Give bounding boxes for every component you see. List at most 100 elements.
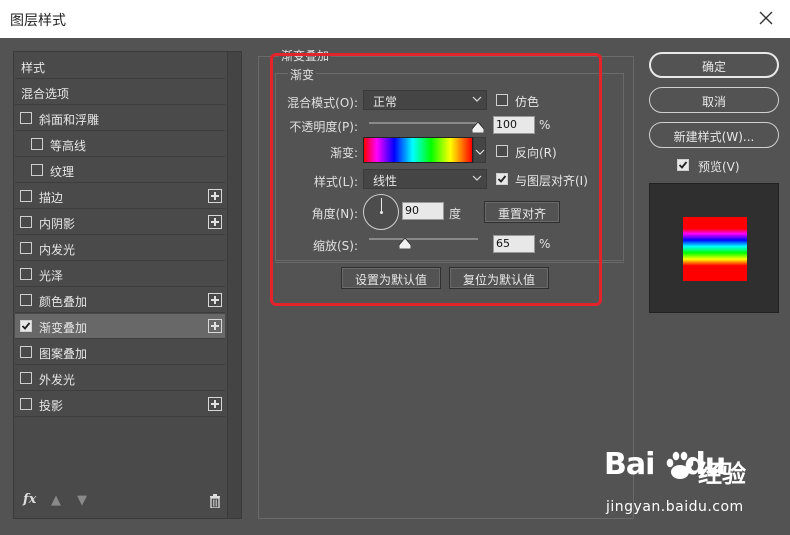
title-bar: 图层样式 bbox=[0, 0, 790, 38]
divider bbox=[275, 262, 624, 263]
scale-label: 缩放(S): bbox=[312, 239, 358, 253]
scale-input[interactable]: 65 bbox=[493, 235, 535, 253]
style-list-item-label: 内发光 bbox=[39, 243, 76, 257]
style-list-item[interactable]: 斜面和浮雕 bbox=[15, 106, 225, 131]
style-checkbox[interactable] bbox=[20, 320, 32, 332]
add-effect-icon[interactable] bbox=[208, 319, 222, 333]
style-list-item[interactable]: 混合选项 bbox=[15, 80, 225, 105]
trash-icon[interactable] bbox=[209, 494, 221, 509]
dither-checkbox[interactable] bbox=[496, 94, 508, 106]
preview-label: 预览(V) bbox=[698, 160, 740, 174]
angle-dial-center bbox=[380, 211, 383, 214]
align-with-layer-label: 与图层对齐(I) bbox=[515, 174, 588, 188]
style-list-item[interactable]: 纹理 bbox=[15, 158, 225, 183]
style-checkbox[interactable] bbox=[31, 138, 43, 150]
opacity-slider-track[interactable] bbox=[369, 122, 478, 124]
chevron-down-icon bbox=[475, 149, 485, 155]
style-list-item[interactable]: 颜色叠加 bbox=[15, 288, 225, 313]
set-as-default-button[interactable]: 设置为默认值 bbox=[341, 267, 441, 289]
style-list-item[interactable]: 图案叠加 bbox=[15, 340, 225, 365]
style-list-item[interactable]: 等高线 bbox=[15, 132, 225, 157]
style-list-toolbar: fx ▲ ▼ bbox=[15, 487, 227, 517]
style-list-item[interactable]: 内阴影 bbox=[15, 210, 225, 235]
style-label: 样式(L): bbox=[313, 175, 358, 189]
add-effect-icon[interactable] bbox=[208, 293, 222, 307]
reverse-label: 反向(R) bbox=[515, 146, 557, 160]
style-list-item[interactable]: 渐变叠加 bbox=[15, 314, 225, 339]
style-list-item-label: 纹理 bbox=[50, 165, 75, 179]
scale-unit: % bbox=[539, 237, 551, 251]
style-checkbox[interactable] bbox=[20, 294, 32, 306]
group-title: 渐变 bbox=[288, 66, 317, 83]
style-list-item[interactable]: 光泽 bbox=[15, 262, 225, 287]
style-value: 线性 bbox=[373, 174, 398, 188]
reset-to-default-button[interactable]: 复位为默认值 bbox=[449, 267, 549, 289]
move-down-icon[interactable]: ▼ bbox=[77, 493, 87, 508]
scale-slider-thumb[interactable] bbox=[399, 238, 412, 249]
baidu-watermark: Bai du 经验 jingyan.baidu.com bbox=[604, 447, 754, 521]
preview-checkbox[interactable] bbox=[677, 159, 689, 171]
blend-mode-value: 正常 bbox=[373, 95, 398, 109]
style-list-item[interactable]: 描边 bbox=[15, 184, 225, 209]
cancel-button[interactable]: 取消 bbox=[649, 87, 779, 113]
watermark-cn: 经验 bbox=[698, 460, 746, 488]
blend-mode-select[interactable]: 正常 bbox=[363, 90, 487, 110]
style-checkbox[interactable] bbox=[20, 216, 32, 228]
add-effect-icon[interactable] bbox=[208, 189, 222, 203]
style-list-item-label: 等高线 bbox=[50, 139, 87, 153]
gradient-picker-button[interactable] bbox=[473, 137, 486, 163]
preview-thumbnail bbox=[649, 183, 779, 313]
style-list-item-label: 外发光 bbox=[39, 373, 76, 387]
preview-swatch bbox=[683, 217, 747, 281]
opacity-input[interactable]: 100 bbox=[493, 116, 535, 134]
style-checkbox[interactable] bbox=[20, 242, 32, 254]
reverse-checkbox[interactable] bbox=[496, 145, 508, 157]
new-style-button[interactable]: 新建样式(W)... bbox=[649, 122, 779, 148]
scale-slider-track[interactable] bbox=[369, 238, 478, 240]
style-list-item-label: 渐变叠加 bbox=[39, 321, 88, 335]
opacity-unit: % bbox=[539, 118, 551, 132]
angle-input[interactable]: 90 bbox=[402, 202, 444, 220]
reset-alignment-button[interactable]: 重置对齐 bbox=[484, 201, 560, 223]
style-list-item[interactable]: 内发光 bbox=[15, 236, 225, 261]
style-checkbox[interactable] bbox=[20, 190, 32, 202]
close-icon[interactable] bbox=[756, 8, 776, 28]
style-checkbox[interactable] bbox=[20, 268, 32, 280]
chevron-down-icon bbox=[472, 96, 482, 102]
fx-icon[interactable]: fx bbox=[23, 492, 36, 507]
opacity-slider-thumb[interactable] bbox=[472, 122, 484, 133]
style-list-panel: 样式混合选项斜面和浮雕等高线纹理描边内阴影内发光光泽颜色叠加渐变叠加图案叠加外发… bbox=[13, 51, 242, 519]
gradient-swatch[interactable] bbox=[363, 137, 473, 163]
ok-button[interactable]: 确定 bbox=[649, 52, 779, 78]
style-list-item[interactable]: 样式 bbox=[15, 54, 225, 79]
style-list-item-label: 混合选项 bbox=[21, 87, 70, 101]
style-checkbox[interactable] bbox=[20, 372, 32, 384]
style-checkbox[interactable] bbox=[20, 398, 32, 410]
style-list-item[interactable]: 外发光 bbox=[15, 366, 225, 391]
style-list-item-label: 投影 bbox=[39, 399, 64, 413]
window-title: 图层样式 bbox=[10, 13, 66, 29]
chevron-down-icon bbox=[472, 175, 482, 181]
opacity-label: 不透明度(P): bbox=[289, 120, 358, 134]
move-up-icon[interactable]: ▲ bbox=[51, 493, 61, 508]
style-list-item-label: 颜色叠加 bbox=[39, 295, 88, 309]
add-effect-icon[interactable] bbox=[208, 215, 222, 229]
style-select[interactable]: 线性 bbox=[363, 169, 487, 189]
style-checkbox[interactable] bbox=[20, 346, 32, 358]
style-checkbox[interactable] bbox=[31, 164, 43, 176]
add-effect-icon[interactable] bbox=[208, 397, 222, 411]
style-list-item-label: 描边 bbox=[39, 191, 64, 205]
watermark-url: jingyan.baidu.com bbox=[606, 499, 744, 515]
style-list-scrollbar[interactable] bbox=[227, 52, 241, 518]
style-checkbox[interactable] bbox=[20, 112, 32, 124]
style-list-item-label: 斜面和浮雕 bbox=[39, 113, 100, 127]
style-list-item-label: 光泽 bbox=[39, 269, 64, 283]
gradient-label: 渐变: bbox=[329, 146, 358, 160]
style-list-item[interactable]: 投影 bbox=[15, 392, 225, 417]
angle-label: 角度(N): bbox=[311, 207, 358, 221]
dither-label: 仿色 bbox=[515, 95, 540, 109]
style-list-item-label: 图案叠加 bbox=[39, 347, 88, 361]
style-list-item-label: 内阴影 bbox=[39, 217, 76, 231]
angle-dial[interactable] bbox=[363, 194, 399, 230]
align-with-layer-checkbox[interactable] bbox=[496, 173, 508, 185]
